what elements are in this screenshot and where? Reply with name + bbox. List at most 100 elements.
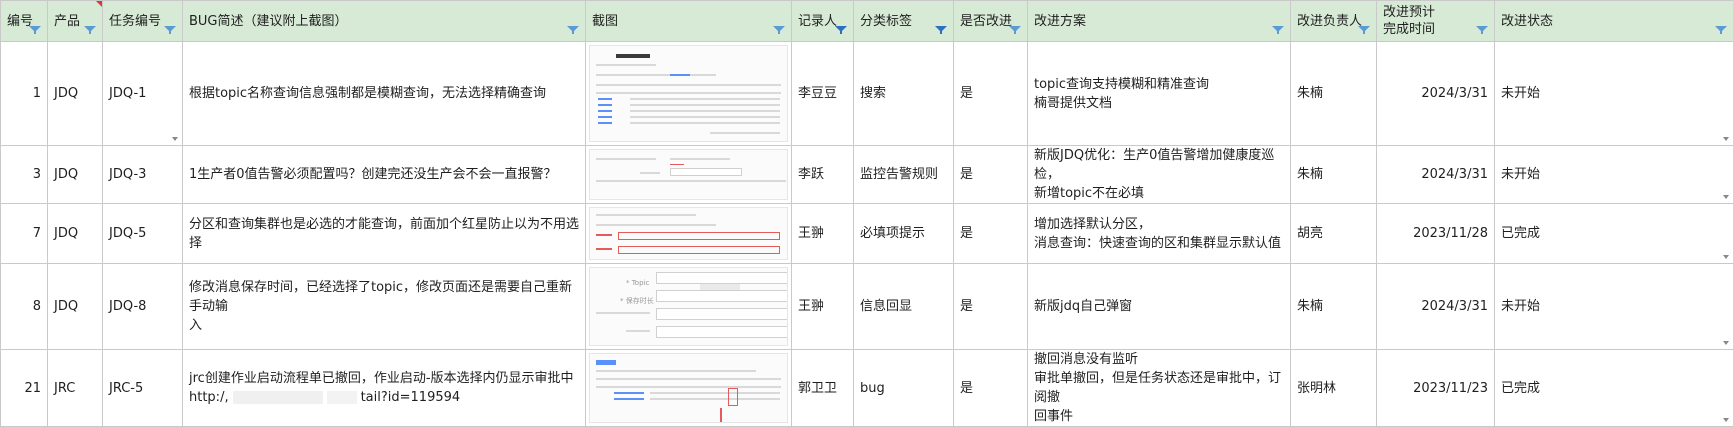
cell-plan[interactable]: topic查询支持模糊和精准查询 楠哥提供文档 — [1027, 41, 1291, 146]
cell-owner[interactable]: 张明林 — [1290, 349, 1377, 427]
cell-improve[interactable]: 是 — [953, 203, 1028, 264]
cell-task[interactable]: JDQ-3 — [102, 145, 183, 204]
cell-eta[interactable]: 2023/11/23 — [1376, 349, 1495, 427]
cell-plan[interactable]: 新版jdq自己弹窗 — [1027, 263, 1291, 350]
cell-screenshot[interactable] — [585, 349, 792, 427]
cell-product[interactable]: JDQ — [47, 263, 103, 350]
cell-product[interactable]: JDQ — [47, 203, 103, 264]
cell-eta[interactable]: 2024/3/31 — [1376, 263, 1495, 350]
table-row[interactable]: 1 JDQ JDQ-1 根据topic名称查询信息强制都是模糊查询，无法选择精确… — [0, 41, 1733, 146]
cell-eta[interactable]: 2024/3/31 — [1376, 145, 1495, 204]
cell-owner[interactable]: 朱楠 — [1290, 263, 1377, 350]
col-header-desc[interactable]: BUG简述（建议附上截图） — [182, 0, 586, 42]
cell-desc[interactable]: 修改消息保存时间，已经选择了topic，修改页面还是需要自己重新手动输入 — [182, 263, 586, 350]
col-header-recorder[interactable]: 记录人 — [791, 0, 854, 42]
cell-recorder[interactable]: 王翀 — [791, 263, 854, 350]
col-header-plan[interactable]: 改进方案 — [1027, 0, 1291, 42]
screenshot-thumbnail[interactable] — [589, 353, 788, 423]
col-header-category[interactable]: 分类标签 — [853, 0, 954, 42]
screenshot-thumbnail[interactable] — [589, 207, 788, 260]
cell-status[interactable]: 未开始 — [1494, 145, 1733, 204]
filter-icon[interactable] — [1008, 25, 1022, 35]
cell-recorder[interactable]: 郭卫卫 — [791, 349, 854, 427]
cell-plan[interactable]: 新版JDQ优化：生产0值告警增加健康度巡检， 新增topic不在必填 — [1027, 145, 1291, 204]
screenshot-thumbnail[interactable] — [589, 45, 788, 142]
dropdown-arrow-icon[interactable] — [1723, 418, 1729, 422]
col-header-no[interactable]: 编号 — [0, 0, 48, 42]
cell-product[interactable]: JDQ — [47, 145, 103, 204]
filter-active-icon[interactable] — [934, 25, 948, 35]
cell-owner[interactable]: 朱楠 — [1290, 145, 1377, 204]
col-header-task[interactable]: 任务编号 — [102, 0, 183, 42]
cell-status[interactable]: 未开始 — [1494, 263, 1733, 350]
cell-no[interactable]: 8 — [0, 263, 48, 350]
table-row[interactable]: 8 JDQ JDQ-8 修改消息保存时间，已经选择了topic，修改页面还是需要… — [0, 263, 1733, 350]
cell-improve[interactable]: 是 — [953, 263, 1028, 350]
cell-status[interactable]: 已完成 — [1494, 349, 1733, 427]
cell-recorder[interactable]: 王翀 — [791, 203, 854, 264]
cell-product[interactable]: JDQ — [47, 41, 103, 146]
filter-icon[interactable] — [1714, 25, 1728, 35]
cell-recorder[interactable]: 李跃 — [791, 145, 854, 204]
cell-improve[interactable]: 是 — [953, 145, 1028, 204]
filter-icon[interactable] — [566, 25, 580, 35]
cell-screenshot[interactable]: * Topic * 保存时长 — [585, 263, 792, 350]
cell-no[interactable]: 3 — [0, 145, 48, 204]
filter-icon[interactable] — [772, 25, 786, 35]
cell-category[interactable]: 监控告警规则 — [853, 145, 954, 204]
cell-improve[interactable]: 是 — [953, 41, 1028, 146]
cell-eta[interactable]: 2024/3/31 — [1376, 41, 1495, 146]
cell-desc[interactable]: 分区和查询集群也是必选的才能查询，前面加个红星防止以为不用选择 — [182, 203, 586, 264]
dropdown-arrow-icon[interactable] — [172, 137, 178, 141]
filter-icon[interactable] — [28, 25, 42, 35]
cell-status[interactable]: 已完成 — [1494, 203, 1733, 264]
cell-task[interactable]: JDQ-1 — [102, 41, 183, 146]
cell-eta[interactable]: 2023/11/28 — [1376, 203, 1495, 264]
table-row[interactable]: 21 JRC JRC-5 jrc创建作业启动流程单已撤回，作业启动-版本选择内仍… — [0, 349, 1733, 427]
dropdown-arrow-icon[interactable] — [1723, 341, 1729, 345]
cell-task[interactable]: JDQ-5 — [102, 203, 183, 264]
dropdown-arrow-icon[interactable] — [1723, 137, 1729, 141]
table-row[interactable]: 3 JDQ JDQ-3 1生产者0值告警必须配置吗？创建完还没生产会不会一直报警… — [0, 145, 1733, 204]
cell-category[interactable]: 信息回显 — [853, 263, 954, 350]
cell-category[interactable]: bug — [853, 349, 954, 427]
cell-no[interactable]: 7 — [0, 203, 48, 264]
filter-icon[interactable] — [163, 25, 177, 35]
dropdown-arrow-icon[interactable] — [1723, 255, 1729, 259]
filter-icon[interactable] — [1475, 25, 1489, 35]
cell-owner[interactable]: 朱楠 — [1290, 41, 1377, 146]
cell-screenshot[interactable] — [585, 41, 792, 146]
cell-category[interactable]: 必填项提示 — [853, 203, 954, 264]
cell-task[interactable]: JRC-5 — [102, 349, 183, 427]
col-header-status[interactable]: 改进状态 — [1494, 0, 1733, 42]
cell-product[interactable]: JRC — [47, 349, 103, 427]
desc-line-url[interactable]: http:/, tail?id=119594 — [189, 388, 579, 407]
cell-no[interactable]: 21 — [0, 349, 48, 427]
cell-plan[interactable]: 增加选择默认分区， 消息查询：快速查询的区和集群显示默认值 — [1027, 203, 1291, 264]
filter-icon[interactable] — [1357, 25, 1371, 35]
cell-plan[interactable]: 撤回消息没有监听 审批单撤回，但是任务状态还是审批中，订阅撤 回事件 — [1027, 349, 1291, 427]
col-header-eta[interactable]: 改进预计 完成时间 — [1376, 0, 1495, 42]
dropdown-arrow-icon[interactable] — [1723, 195, 1729, 199]
cell-desc[interactable]: 1生产者0值告警必须配置吗？创建完还没生产会不会一直报警？ — [182, 145, 586, 204]
cell-improve[interactable]: 是 — [953, 349, 1028, 427]
cell-no[interactable]: 1 — [0, 41, 48, 146]
cell-recorder[interactable]: 李豆豆 — [791, 41, 854, 146]
col-header-owner[interactable]: 改进负责人 — [1290, 0, 1377, 42]
col-header-product[interactable]: 产品 — [47, 0, 103, 42]
cell-owner[interactable]: 胡亮 — [1290, 203, 1377, 264]
cell-status[interactable]: 未开始 — [1494, 41, 1733, 146]
cell-task[interactable]: JDQ-8 — [102, 263, 183, 350]
cell-screenshot[interactable] — [585, 203, 792, 264]
cell-desc[interactable]: 根据topic名称查询信息强制都是模糊查询，无法选择精确查询 — [182, 41, 586, 146]
table-row[interactable]: 7 JDQ JDQ-5 分区和查询集群也是必选的才能查询，前面加个红星防止以为不… — [0, 203, 1733, 264]
col-header-improve[interactable]: 是否改进 — [953, 0, 1028, 42]
screenshot-thumbnail[interactable] — [589, 149, 788, 200]
screenshot-thumbnail[interactable]: * Topic * 保存时长 — [589, 267, 788, 346]
cell-screenshot[interactable] — [585, 145, 792, 204]
col-header-shot[interactable]: 截图 — [585, 0, 792, 42]
cell-desc[interactable]: jrc创建作业启动流程单已撤回，作业启动-版本选择内仍显示审批中 http:/,… — [182, 349, 586, 427]
filter-icon[interactable] — [83, 25, 97, 35]
filter-icon[interactable] — [1271, 25, 1285, 35]
cell-category[interactable]: 搜索 — [853, 41, 954, 146]
